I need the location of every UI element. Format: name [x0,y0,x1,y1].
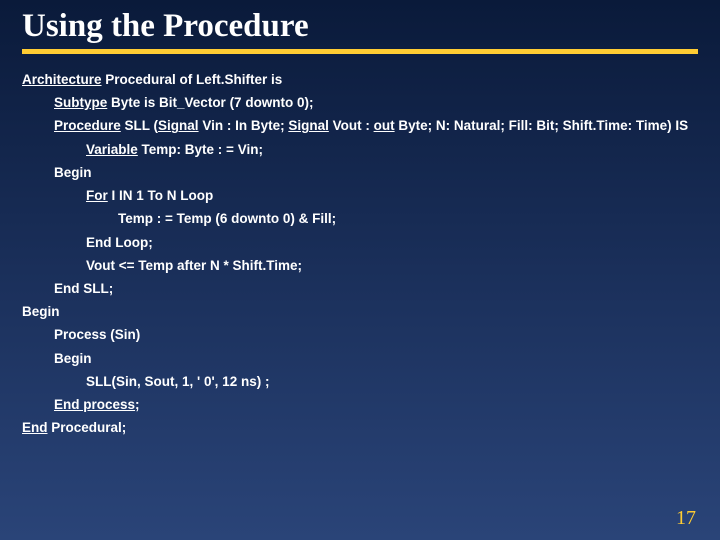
code-line: Architecture Procedural of Left.Shifter … [22,68,698,91]
slide: Using the Procedure Architecture Procedu… [0,0,720,540]
code-line: SLL(Sin, Sout, 1, ' 0', 12 ns) ; [86,370,698,393]
code-line: End SLL; [54,277,698,300]
code-line: For I IN 1 To N Loop [86,184,698,207]
code-line: Begin [54,347,698,370]
code-line: Temp : = Temp (6 downto 0) & Fill; [118,207,698,230]
code-block: Architecture Procedural of Left.Shifter … [22,68,698,440]
code-line: End process; [54,393,698,416]
code-line: Begin [22,300,698,323]
code-line: Begin [54,161,698,184]
code-line: End Procedural; [22,416,698,439]
code-line: Variable Temp: Byte : = Vin; [86,138,698,161]
code-line: Subtype Byte is Bit_Vector (7 downto 0); [54,91,698,114]
code-line: End Loop; [86,231,698,254]
code-line: Procedure SLL (Signal Vin : In Byte; Sig… [54,114,698,137]
title-rule [22,49,698,54]
slide-title: Using the Procedure [22,8,698,45]
page-number: 17 [676,507,696,530]
code-line: Vout <= Temp after N * Shift.Time; [86,254,698,277]
code-line: Process (Sin) [54,323,698,346]
